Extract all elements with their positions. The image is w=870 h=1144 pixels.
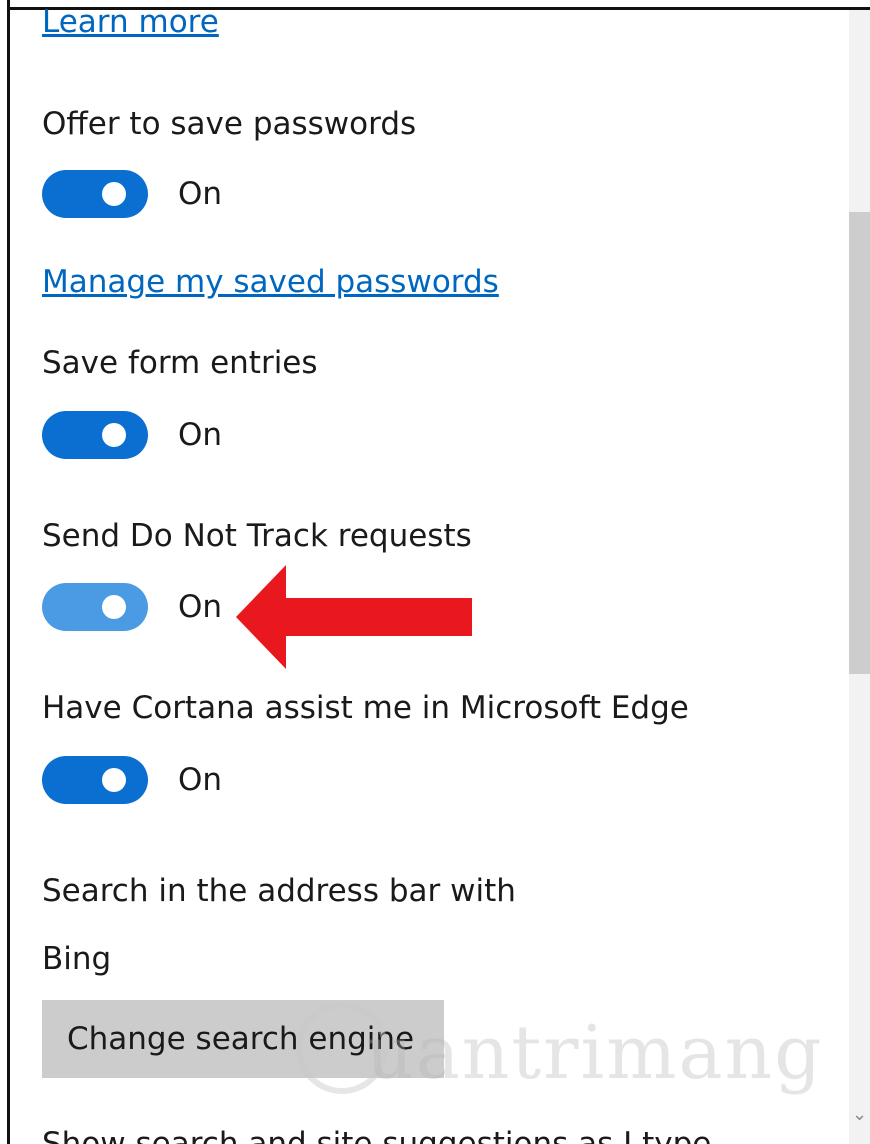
change-search-engine-label: Change search engine bbox=[67, 1021, 415, 1057]
change-search-engine-button[interactable]: Change search engine bbox=[42, 1000, 444, 1078]
offer-save-passwords-state: On bbox=[178, 176, 223, 212]
cortana-assist-toggle[interactable] bbox=[42, 756, 148, 804]
offer-save-passwords-label: Offer to save passwords bbox=[42, 106, 417, 142]
learn-more-link[interactable]: Learn more bbox=[42, 2, 219, 42]
scrollbar-thumb[interactable] bbox=[849, 212, 870, 674]
do-not-track-toggle[interactable] bbox=[42, 583, 148, 631]
toggle-knob bbox=[102, 182, 126, 206]
do-not-track-state: On bbox=[178, 589, 223, 625]
chevron-down-icon[interactable]: ⌄ bbox=[849, 1100, 870, 1130]
toggle-knob bbox=[102, 595, 126, 619]
save-form-entries-label: Save form entries bbox=[42, 345, 318, 381]
cortana-assist-state: On bbox=[178, 762, 223, 798]
toggle-knob bbox=[102, 768, 126, 792]
cortana-assist-label: Have Cortana assist me in Microsoft Edge bbox=[42, 690, 689, 726]
toggle-knob bbox=[102, 423, 126, 447]
manage-saved-passwords-link[interactable]: Manage my saved passwords bbox=[42, 262, 499, 302]
offer-save-passwords-toggle[interactable] bbox=[42, 170, 148, 218]
search-suggestions-label: Show search and site suggestions as I ty… bbox=[42, 1126, 712, 1144]
window-border-left bbox=[7, 0, 10, 1144]
do-not-track-label: Send Do Not Track requests bbox=[42, 518, 472, 554]
search-engine-value: Bing bbox=[42, 941, 112, 977]
search-address-bar-label: Search in the address bar with bbox=[42, 873, 516, 909]
save-form-entries-toggle[interactable] bbox=[42, 411, 148, 459]
red-arrow-icon bbox=[236, 565, 472, 669]
edge-settings-panel: ⌄ Learn more Offer to save passwords On … bbox=[0, 0, 870, 1144]
save-form-entries-state: On bbox=[178, 417, 223, 453]
